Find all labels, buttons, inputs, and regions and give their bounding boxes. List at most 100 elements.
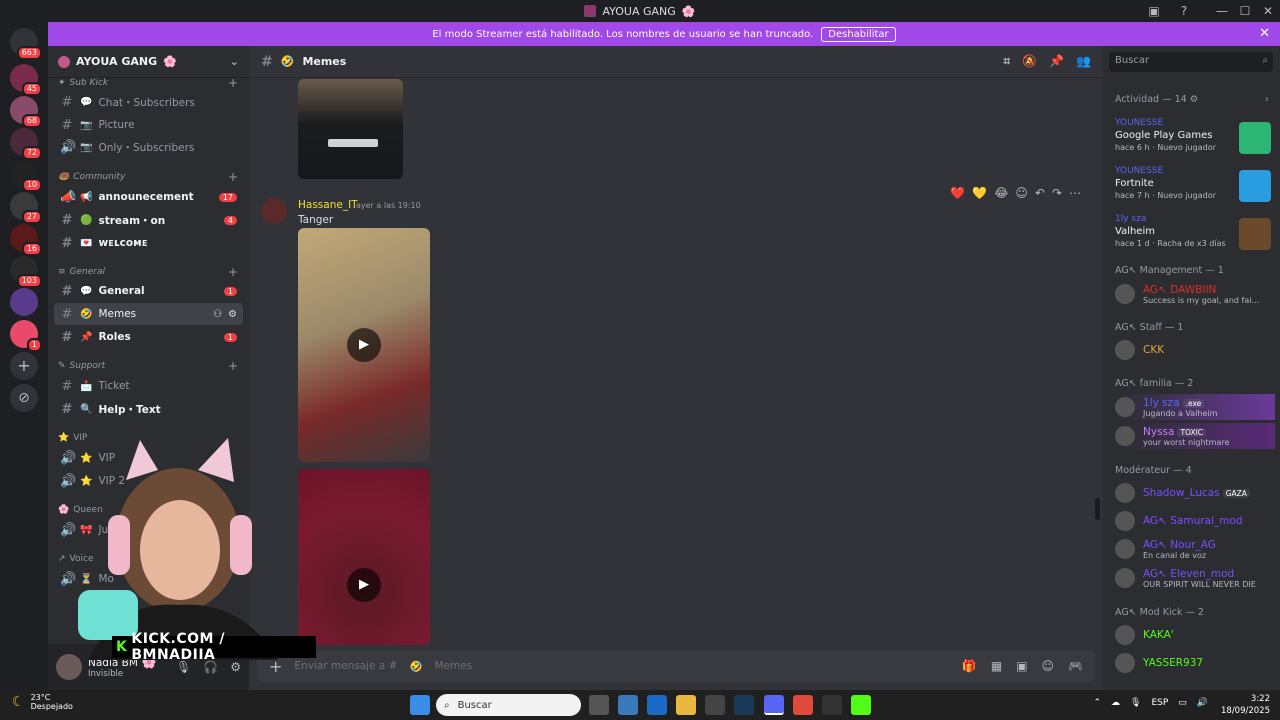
taskbar-clock[interactable]: 3:22 18/09/2025 xyxy=(1221,693,1270,717)
discord-icon[interactable] xyxy=(764,695,784,715)
close-window-button[interactable]: ✕ xyxy=(1260,3,1276,19)
weather-widget[interactable]: ☾ 23°C Despejado xyxy=(12,693,73,711)
member-item[interactable]: KAKA' xyxy=(1115,622,1275,648)
play-icon[interactable]: ▶ xyxy=(347,568,381,602)
member-item[interactable]: Nyssa TOXIC your worst nightmare xyxy=(1115,423,1275,449)
apps-icon[interactable]: 🎮 xyxy=(1068,659,1083,673)
channel-item[interactable]: 📣 📢 announecement 17 xyxy=(54,186,243,208)
server-header[interactable]: AYOUA GANG 🌸 ⌄ xyxy=(48,46,249,78)
channel-item[interactable]: # 💌 ᴡᴇʟᴄᴏᴍᴇ xyxy=(54,232,243,254)
mic-tray-icon[interactable]: 🎙 xyxy=(1130,698,1141,708)
volume-icon[interactable]: 🔊 xyxy=(1197,698,1208,708)
category-header[interactable]: 🌸 Queen xyxy=(58,505,103,515)
maximize-button[interactable]: ☐ xyxy=(1237,3,1253,19)
play-icon[interactable]: ▶ xyxy=(347,328,381,362)
help-icon[interactable]: ? xyxy=(1176,3,1192,19)
network-icon[interactable]: ▭ xyxy=(1178,698,1187,708)
minimize-button[interactable]: — xyxy=(1214,3,1230,19)
task-view-icon[interactable] xyxy=(589,695,609,715)
banner-close-icon[interactable]: ✕ xyxy=(1259,26,1270,41)
channel-item[interactable]: # 💬 Chat・Subscribers xyxy=(54,91,243,113)
gift-icon[interactable]: 🎁 xyxy=(962,659,977,673)
server-icon[interactable]: 10 xyxy=(10,160,42,192)
start-button[interactable] xyxy=(410,695,430,715)
activity-card[interactable]: YOUNESSE Fortnite hace 7 h · Nuevo jugad… xyxy=(1115,166,1271,210)
video-attachment[interactable]: ▶ xyxy=(298,469,430,645)
channel-item-active[interactable]: # 🤣 Memes ⚇ ⚙ xyxy=(54,303,243,325)
threads-icon[interactable]: ⌗ xyxy=(1003,54,1010,69)
add-channel-icon[interactable]: + xyxy=(228,265,238,279)
server-icon[interactable]: 45 xyxy=(10,64,42,96)
server-icon[interactable]: 72 xyxy=(10,128,42,160)
server-icon[interactable]: 68 xyxy=(10,96,42,128)
member-item[interactable]: AG↖ Eleven_mod OUR SPIRIT WILL NEVER DIE xyxy=(1115,565,1275,591)
chrome-icon[interactable] xyxy=(793,695,813,715)
reply-icon[interactable]: ↶ xyxy=(1035,186,1045,200)
add-channel-icon[interactable]: + xyxy=(228,76,238,90)
app-icon[interactable] xyxy=(705,695,725,715)
member-item[interactable]: YASSER937 xyxy=(1115,650,1275,676)
obs-icon[interactable] xyxy=(822,695,842,715)
category-header[interactable]: ↗ Voice xyxy=(58,554,94,564)
member-item[interactable]: CKK xyxy=(1115,337,1275,363)
add-channel-icon[interactable]: + xyxy=(228,170,238,184)
member-item[interactable]: Shadow_Lucas GAZA xyxy=(1115,480,1275,506)
pin-icon[interactable]: 📌 xyxy=(1049,54,1064,69)
category-header[interactable]: ⭐ VIP xyxy=(58,433,87,443)
avatar[interactable] xyxy=(56,654,82,680)
category-header[interactable]: ✎ Support + xyxy=(58,359,238,373)
activity-card[interactable]: YOUNESSE Google Play Games hace 6 h · Nu… xyxy=(1115,118,1271,162)
kick-app-icon[interactable] xyxy=(851,695,871,715)
steam-icon[interactable] xyxy=(734,695,754,715)
search-input[interactable]: Buscar ⌕ xyxy=(1109,52,1273,72)
store-icon[interactable] xyxy=(618,695,638,715)
member-list-icon[interactable]: 👥 xyxy=(1076,54,1091,69)
gif-icon[interactable]: ▦ xyxy=(991,659,1002,673)
member-item[interactable]: 1ly sza .exe Jugando a Valheim xyxy=(1115,394,1275,420)
channel-item[interactable]: # 🟢 stream・on 4 xyxy=(54,209,243,231)
member-item[interactable]: AG↖ DAWBIIN Success is my goal, and fai..… xyxy=(1115,281,1275,307)
scrollbar[interactable] xyxy=(1095,498,1100,520)
channel-item[interactable]: 🔊 ⏳ Mo xyxy=(54,568,243,590)
more-options-icon[interactable]: ⋯ xyxy=(1069,186,1081,200)
file-explorer-icon[interactable] xyxy=(676,695,696,715)
server-icon[interactable] xyxy=(10,288,38,316)
channel-item[interactable]: # 📩 Ticket xyxy=(54,375,243,397)
member-item[interactable]: AG↖ Samurai_mod xyxy=(1115,508,1275,534)
server-icon[interactable]: 103 xyxy=(10,256,42,288)
category-header[interactable]: 🍩 Community + xyxy=(58,170,238,184)
channel-item[interactable]: # 💬 General 1 xyxy=(54,280,243,302)
cloud-icon[interactable]: ☁ xyxy=(1111,698,1120,708)
channel-item[interactable]: # 📌 Roles 1 xyxy=(54,326,243,348)
chevron-right-icon[interactable]: › xyxy=(1265,94,1269,105)
sticker-icon[interactable]: ▣ xyxy=(1016,659,1027,673)
reaction-quick[interactable]: 💛 xyxy=(972,186,987,200)
language-indicator[interactable]: ESP xyxy=(1151,698,1168,708)
forward-icon[interactable]: ↷ xyxy=(1052,186,1062,200)
gear-icon[interactable]: ⚙ xyxy=(228,309,237,320)
add-channel-icon[interactable]: + xyxy=(228,359,238,373)
server-icon[interactable]: 27 xyxy=(10,192,42,224)
previous-media-thumbnail[interactable] xyxy=(298,79,403,179)
dm-home-button[interactable]: 663 xyxy=(10,28,42,60)
inbox-icon[interactable]: ▣ xyxy=(1146,3,1162,19)
channel-item[interactable]: 🔊 🎀 Just G xyxy=(54,519,243,541)
video-attachment[interactable]: ▶ xyxy=(298,228,430,462)
taskbar-search[interactable]: ⌕ Buscar xyxy=(436,694,581,716)
category-header[interactable]: ✦ Sub Kick + xyxy=(58,76,238,90)
channel-item[interactable]: 🔊 ⭐ VIP xyxy=(54,447,243,469)
channel-item[interactable]: 🔊 ⭐ VIP 2 xyxy=(54,470,243,492)
message-author[interactable]: Hassane_IT xyxy=(298,199,358,211)
add-reaction-icon[interactable]: ☺ xyxy=(1015,186,1028,200)
avatar[interactable] xyxy=(261,198,287,224)
notification-bell-icon[interactable]: 🔕 xyxy=(1022,54,1037,69)
discover-icon[interactable]: ⊘ xyxy=(10,384,38,412)
invite-icon[interactable]: ⚇ xyxy=(213,309,222,320)
reaction-quick[interactable]: 😂 xyxy=(994,186,1008,200)
outlook-icon[interactable] xyxy=(647,695,667,715)
disable-streamer-button[interactable]: Deshabilitar xyxy=(821,26,896,42)
server-icon[interactable]: 16 xyxy=(10,224,42,256)
channel-item[interactable]: 🔊 📷 Only・Subscribers xyxy=(54,136,243,158)
activity-card[interactable]: 1ly sza Valheim hace 1 d · Racha de x3 d… xyxy=(1115,214,1271,258)
category-header[interactable]: ≡ General + xyxy=(58,265,238,279)
